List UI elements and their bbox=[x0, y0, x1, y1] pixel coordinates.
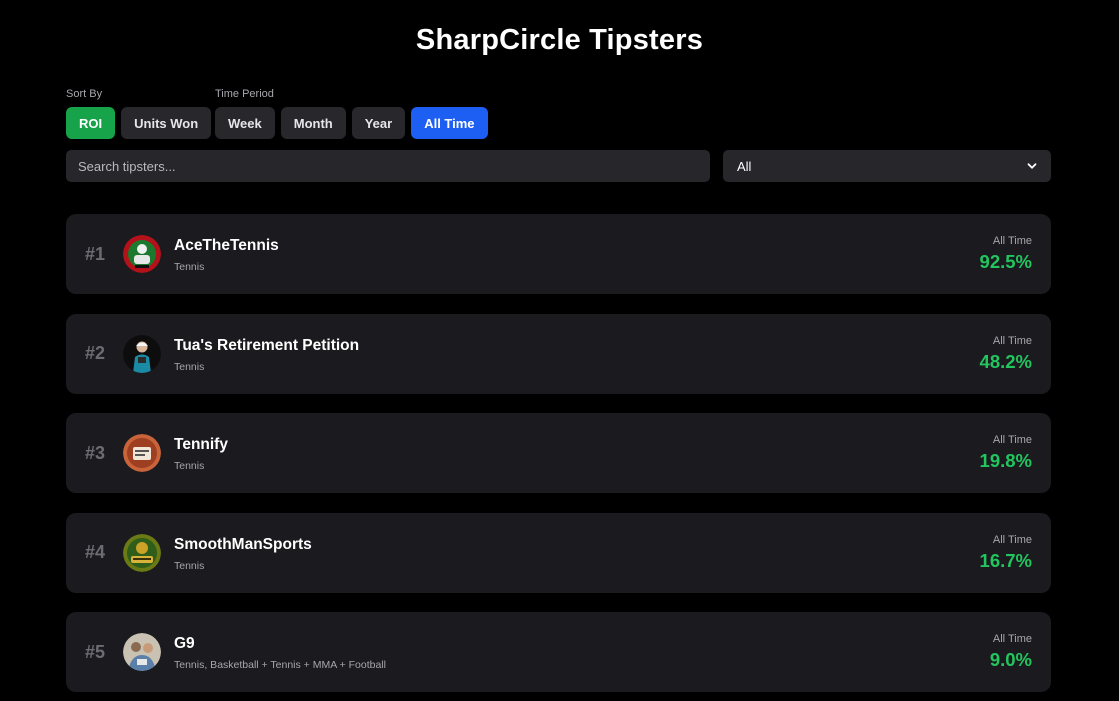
period-all-time-button[interactable]: All Time bbox=[411, 107, 488, 139]
stat-period: All Time bbox=[992, 235, 1032, 247]
stat-period: All Time bbox=[992, 334, 1032, 347]
rank-label: #4 bbox=[85, 542, 106, 562]
time-period-label: Time Period bbox=[215, 88, 274, 100]
search-placeholder: Search tipsters... bbox=[78, 158, 176, 174]
roi-value: 9.0% bbox=[989, 649, 1032, 670]
player-photo-avatar-icon bbox=[123, 334, 161, 373]
tipster-sports: Tennis, Basketball + Tennis + MMA + Foot… bbox=[174, 659, 386, 671]
period-week-button[interactable]: Week bbox=[215, 107, 275, 139]
rank-label: #3 bbox=[85, 442, 106, 463]
red-tennis-avatar-icon bbox=[123, 235, 161, 273]
sort-roi-button[interactable]: ROI bbox=[66, 107, 116, 139]
stat-period: All Time bbox=[992, 434, 1032, 446]
roi-value: 48.2% bbox=[979, 350, 1032, 372]
search-input[interactable]: Search tipsters... bbox=[66, 150, 710, 182]
tipster-sports: Tennis bbox=[174, 360, 205, 373]
sport-filter-value: All bbox=[737, 158, 752, 174]
tipster-name: G9 bbox=[174, 635, 195, 652]
tipster-sports: Tennis bbox=[174, 559, 205, 572]
tipster-card[interactable]: #1 AceTheTennis Tennis All Time 92.5% bbox=[66, 214, 1051, 294]
tipster-sports: Tennis bbox=[174, 261, 205, 273]
sport-filter-select[interactable]: All bbox=[723, 150, 1051, 182]
sort-by-label: Sort By bbox=[66, 88, 103, 100]
tipster-sports: Tennis bbox=[174, 460, 205, 472]
roi-value: 16.7% bbox=[979, 549, 1032, 571]
stat-period: All Time bbox=[992, 633, 1032, 645]
group-photo-avatar-icon bbox=[123, 633, 161, 671]
tipster-card[interactable]: #4 SmoothManSports Tennis All Time 16.7% bbox=[66, 512, 1051, 593]
green-gold-logo-avatar-icon bbox=[123, 533, 161, 572]
time-period-group: Time Period Week Month Year All Time bbox=[215, 88, 488, 139]
orange-logo-avatar-icon bbox=[123, 434, 161, 472]
tipster-name: SmoothManSports bbox=[174, 535, 312, 553]
roi-value: 92.5% bbox=[979, 251, 1032, 272]
stat-period: All Time bbox=[992, 533, 1032, 546]
tipster-name: AceTheTennis bbox=[174, 237, 279, 254]
tipster-card[interactable]: #2 Tua's Retirement Petition Tennis All … bbox=[66, 313, 1051, 394]
tipster-card[interactable]: #3 Tennify Tennis All Time 19.8% bbox=[66, 413, 1051, 493]
tipster-name: Tua's Retirement Petition bbox=[174, 336, 360, 354]
rank-label: #5 bbox=[85, 641, 106, 662]
sort-units-won-button[interactable]: Units Won bbox=[121, 107, 212, 139]
period-month-button[interactable]: Month bbox=[280, 107, 346, 139]
chevron-down-icon bbox=[1027, 163, 1037, 169]
tipster-list: #1 AceTheTennis Tennis All Time 92.5% #2… bbox=[66, 214, 1051, 701]
sort-by-group: Sort By ROI Units Won bbox=[66, 88, 212, 139]
roi-value: 19.8% bbox=[979, 450, 1032, 471]
tipster-name: Tennify bbox=[174, 436, 228, 453]
rank-label: #1 bbox=[85, 243, 106, 264]
tipster-card[interactable]: #5 G9 Tennis, Basketball + Tennis + MMA … bbox=[66, 612, 1051, 692]
leaderboard-page: SharpCircle Tipsters Sort By ROI Units W… bbox=[0, 0, 1119, 701]
rank-label: #2 bbox=[85, 343, 106, 363]
period-year-button[interactable]: Year bbox=[351, 107, 406, 139]
page-title: SharpCircle Tipsters bbox=[415, 24, 704, 56]
